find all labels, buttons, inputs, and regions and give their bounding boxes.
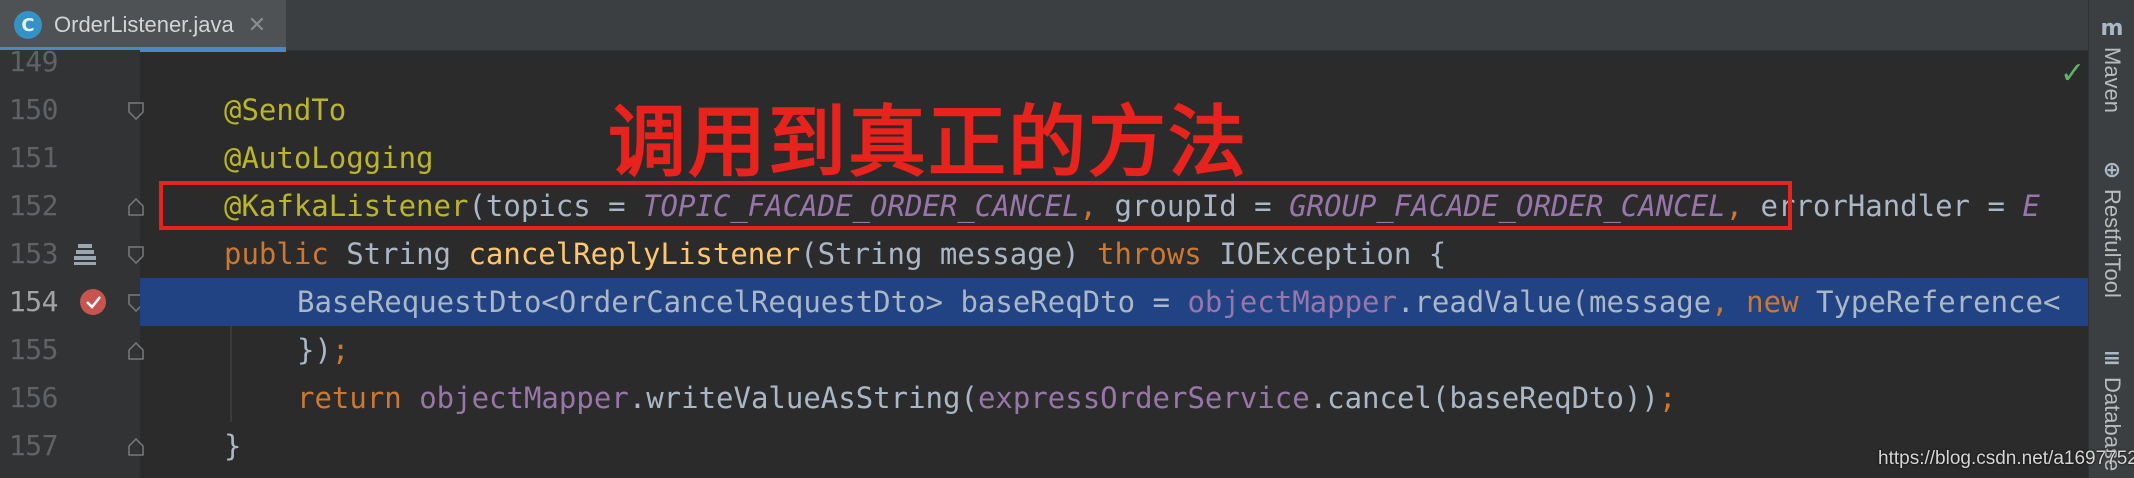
- code-token: ;: [331, 333, 350, 367]
- tool-window-maven[interactable]: m Maven: [2089, 16, 2134, 113]
- annotation-token: @SendTo: [224, 93, 347, 127]
- field-token: objectMapper: [1187, 285, 1397, 319]
- code-token: (String message): [800, 237, 1097, 271]
- code-token: BaseRequestDto<OrderCancelRequestDto> ba…: [297, 285, 1188, 319]
- line-number: 150: [8, 93, 59, 126]
- gutter-line: 151: [0, 134, 140, 182]
- breakpoint-icon[interactable]: [78, 287, 108, 317]
- code-token: }): [297, 333, 332, 367]
- constant-token: E: [2022, 189, 2040, 223]
- stack-icon[interactable]: [72, 240, 102, 270]
- code-line-156[interactable]: return objectMapper.writeValueAsString(e…: [140, 374, 2088, 422]
- code-token: String: [328, 237, 469, 271]
- code-token: .cancel(baseReqDto)): [1309, 381, 1659, 415]
- callout-highlight-box: [159, 181, 1792, 230]
- editor-tab-bar: C OrderListener.java ✕: [0, 0, 2088, 52]
- callout-text: 调用到真正的方法: [608, 98, 1249, 188]
- line-number: 156: [8, 381, 59, 414]
- gutter-line: 155: [0, 326, 144, 374]
- code-token: ;: [1658, 381, 1677, 415]
- globe-icon: ⊕: [2102, 158, 2122, 183]
- field-token: objectMapper: [419, 381, 629, 415]
- gutter-line: 152: [0, 182, 144, 230]
- code-line-155[interactable]: });: [140, 326, 2088, 374]
- keyword-token: public: [224, 237, 329, 271]
- line-number: 152: [8, 189, 59, 222]
- right-tool-strip: m Maven ⊕ RestfulTool ≡ Database: [2088, 0, 2134, 478]
- gutter-line: 153: [0, 230, 144, 278]
- line-number: 149: [8, 45, 59, 78]
- keyword-token: return: [297, 381, 420, 415]
- code-token: ,: [1711, 285, 1747, 319]
- code-token: .readValue(message: [1396, 285, 1712, 319]
- watermark: https://blog.csdn.net/a16977521??: [1878, 448, 2134, 469]
- maven-icon: m: [2100, 16, 2124, 41]
- tool-window-restfultool[interactable]: ⊕ RestfulTool: [2089, 158, 2134, 298]
- gutter-line: 150: [0, 86, 144, 134]
- code-token: }: [224, 429, 242, 463]
- line-number: 154: [8, 285, 59, 318]
- tab-title: OrderListener.java: [54, 12, 234, 37]
- gutter-line: 157: [0, 422, 144, 470]
- line-gutter: 149 150 151 152 153 154 155 156 157: [0, 45, 144, 478]
- code-line-157[interactable]: }: [140, 422, 2088, 470]
- gutter-line: 149: [0, 38, 140, 86]
- indent-guide: [230, 326, 232, 374]
- method-name-token: cancelReplyListener: [468, 237, 801, 271]
- line-number: 153: [8, 237, 59, 270]
- code-line-154[interactable]: BaseRequestDto<OrderCancelRequestDto> ba…: [140, 278, 2088, 326]
- field-token: expressOrderService: [977, 381, 1310, 415]
- annotation-token: @AutoLogging: [224, 141, 434, 175]
- gutter-line: 154: [0, 278, 144, 326]
- code-token: TypeReference<: [1798, 285, 2061, 319]
- line-number: 157: [8, 429, 59, 462]
- class-icon: C: [14, 11, 42, 39]
- inspection-ok-icon[interactable]: ✓: [2060, 56, 2085, 91]
- database-icon: ≡: [2102, 346, 2122, 371]
- gutter-line: 156: [0, 374, 140, 422]
- tool-window-label: RestfulTool: [2100, 189, 2125, 298]
- line-number: 155: [8, 333, 59, 366]
- code-line-153[interactable]: public String cancelReplyListener(String…: [140, 230, 2088, 278]
- code-token: IOException {: [1201, 237, 1447, 271]
- line-number: 151: [8, 141, 59, 174]
- close-icon[interactable]: ✕: [248, 13, 266, 38]
- keyword-token: throws: [1097, 237, 1202, 271]
- tool-window-label: Maven: [2100, 47, 2125, 114]
- indent-guide: [230, 374, 232, 422]
- keyword-token: new: [1746, 285, 1799, 319]
- code-token: .writeValueAsString(: [628, 381, 978, 415]
